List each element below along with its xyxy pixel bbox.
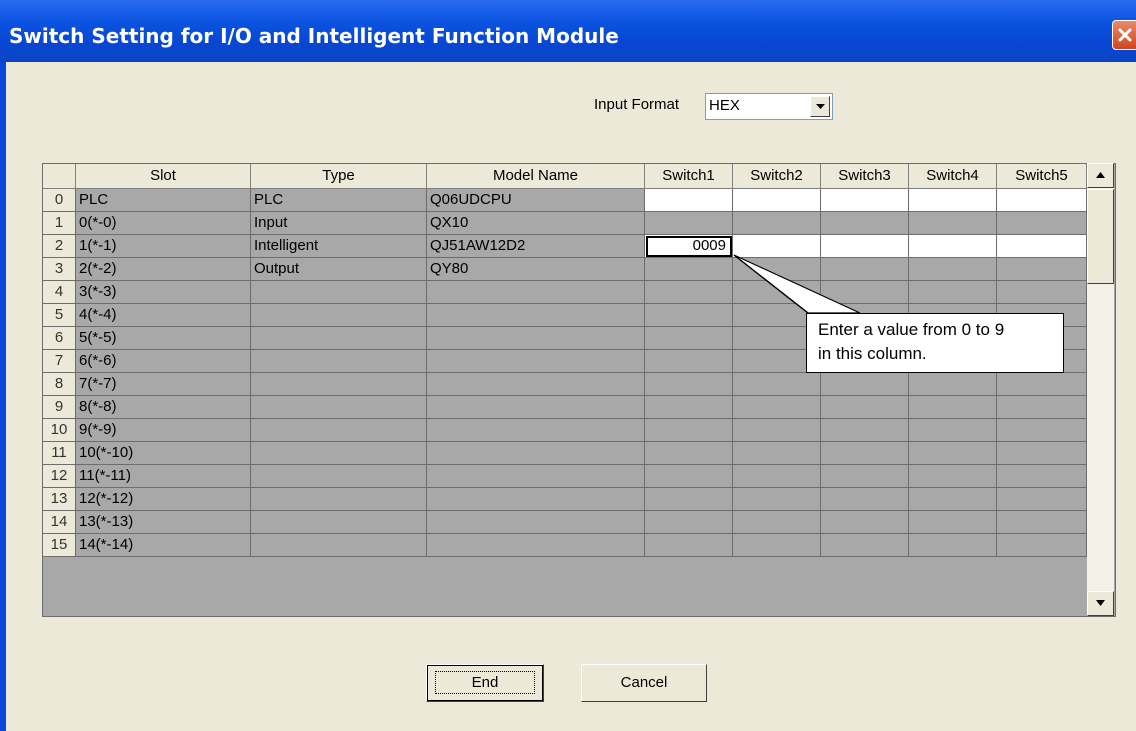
end-button-label: End xyxy=(434,671,536,694)
hint-callout-line1: Enter a value from 0 to 9 xyxy=(818,320,1005,339)
dialog-window: Switch Setting for I/O and Intelligent F… xyxy=(0,0,1136,731)
end-button[interactable]: End xyxy=(426,664,544,702)
cancel-button[interactable]: Cancel xyxy=(581,664,707,702)
hint-callout-line2: in this column. xyxy=(818,344,927,363)
hint-callout: Enter a value from 0 to 9 in this column… xyxy=(806,313,1064,373)
